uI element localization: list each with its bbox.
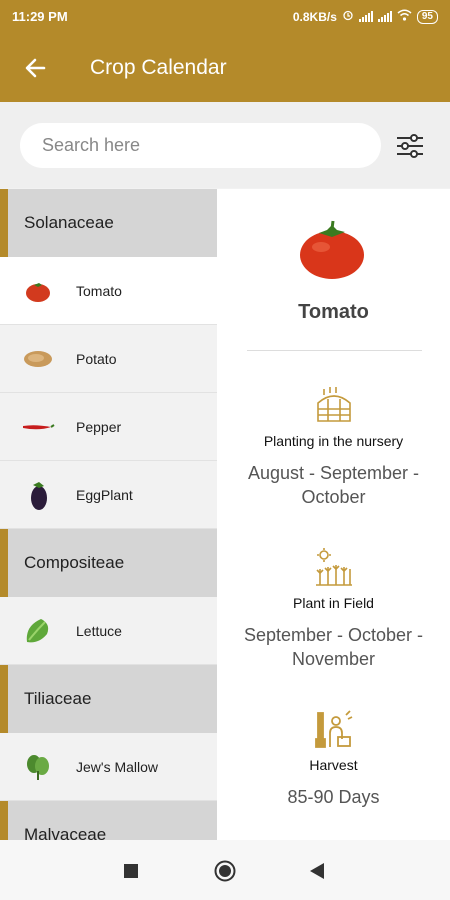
mallow-icon bbox=[0, 753, 76, 781]
harvest-icon bbox=[314, 709, 354, 749]
list-item-pepper[interactable]: Pepper bbox=[0, 393, 217, 461]
lettuce-icon bbox=[0, 616, 76, 646]
section-title: Harvest bbox=[309, 757, 358, 773]
crop-name: Tomato bbox=[298, 301, 369, 323]
filter-sliders-icon[interactable] bbox=[394, 130, 426, 162]
signal-icon bbox=[377, 11, 392, 22]
system-nav-bar bbox=[0, 840, 450, 900]
list-item-tomato[interactable]: Tomato bbox=[0, 257, 217, 325]
greenhouse-icon bbox=[314, 385, 354, 425]
section-value: 85-90 Days bbox=[287, 787, 380, 807]
crop-list[interactable]: Solanaceae Tomato Potato Pepper EggPlant… bbox=[0, 189, 217, 840]
wifi-icon bbox=[397, 9, 412, 24]
divider bbox=[247, 350, 422, 351]
list-item-label: Jew's Mallow bbox=[76, 758, 159, 775]
search-bar: Search here bbox=[0, 102, 450, 188]
category-compositeae: Compositeae bbox=[0, 529, 217, 597]
status-time: 11:29 PM bbox=[12, 9, 68, 24]
crop-detail-panel: Tomato Planting in the nursery August - … bbox=[217, 189, 450, 840]
page-title: Crop Calendar bbox=[90, 56, 227, 79]
potato-icon bbox=[0, 349, 76, 369]
list-item-label: Lettuce bbox=[76, 622, 122, 639]
field-section: Plant in Field September - October - Nov… bbox=[217, 547, 450, 671]
category-solanaceae: Solanaceae bbox=[0, 189, 217, 257]
section-value: September - October - November bbox=[243, 625, 424, 669]
signal-icon bbox=[358, 11, 373, 22]
section-value: August - September - October bbox=[247, 463, 420, 507]
home-circle-icon[interactable] bbox=[214, 860, 236, 887]
back-triangle-icon[interactable] bbox=[310, 863, 324, 884]
eggplant-icon bbox=[0, 479, 76, 511]
list-item-eggplant[interactable]: EggPlant bbox=[0, 461, 217, 529]
harvest-section: Harvest 85-90 Days bbox=[217, 709, 450, 809]
section-title: Planting in the nursery bbox=[263, 433, 404, 449]
status-icons: 0.8KB/s 95 bbox=[293, 9, 438, 24]
list-item-lettuce[interactable]: Lettuce bbox=[0, 597, 217, 665]
field-plant-icon bbox=[314, 547, 354, 587]
search-input[interactable]: Search here bbox=[20, 123, 381, 168]
section-title: Plant in Field bbox=[293, 595, 374, 611]
tomato-icon bbox=[297, 219, 367, 281]
pepper-icon bbox=[0, 421, 76, 433]
network-speed: 0.8KB/s bbox=[292, 9, 337, 24]
list-item-label: EggPlant bbox=[76, 486, 133, 503]
category-malvaceae: Malvaceae bbox=[0, 801, 217, 840]
app-bar: Crop Calendar bbox=[0, 34, 450, 102]
category-tiliaceae: Tiliaceae bbox=[0, 665, 217, 733]
alarm-icon bbox=[342, 9, 354, 24]
battery-icon: 95 bbox=[416, 9, 438, 24]
list-item-label: Pepper bbox=[76, 418, 122, 435]
tomato-icon bbox=[0, 279, 76, 303]
nursery-section: Planting in the nursery August - Septemb… bbox=[217, 385, 450, 509]
recents-square-icon[interactable] bbox=[124, 864, 138, 883]
list-item-potato[interactable]: Potato bbox=[0, 325, 217, 393]
status-bar: 11:29 PM 0.8KB/s 95 bbox=[0, 0, 450, 34]
list-item-jews-mallow[interactable]: Jew's Mallow bbox=[0, 733, 217, 801]
back-arrow-icon[interactable] bbox=[22, 54, 50, 82]
list-item-label: Tomato bbox=[76, 282, 122, 299]
list-item-label: Potato bbox=[76, 350, 117, 367]
